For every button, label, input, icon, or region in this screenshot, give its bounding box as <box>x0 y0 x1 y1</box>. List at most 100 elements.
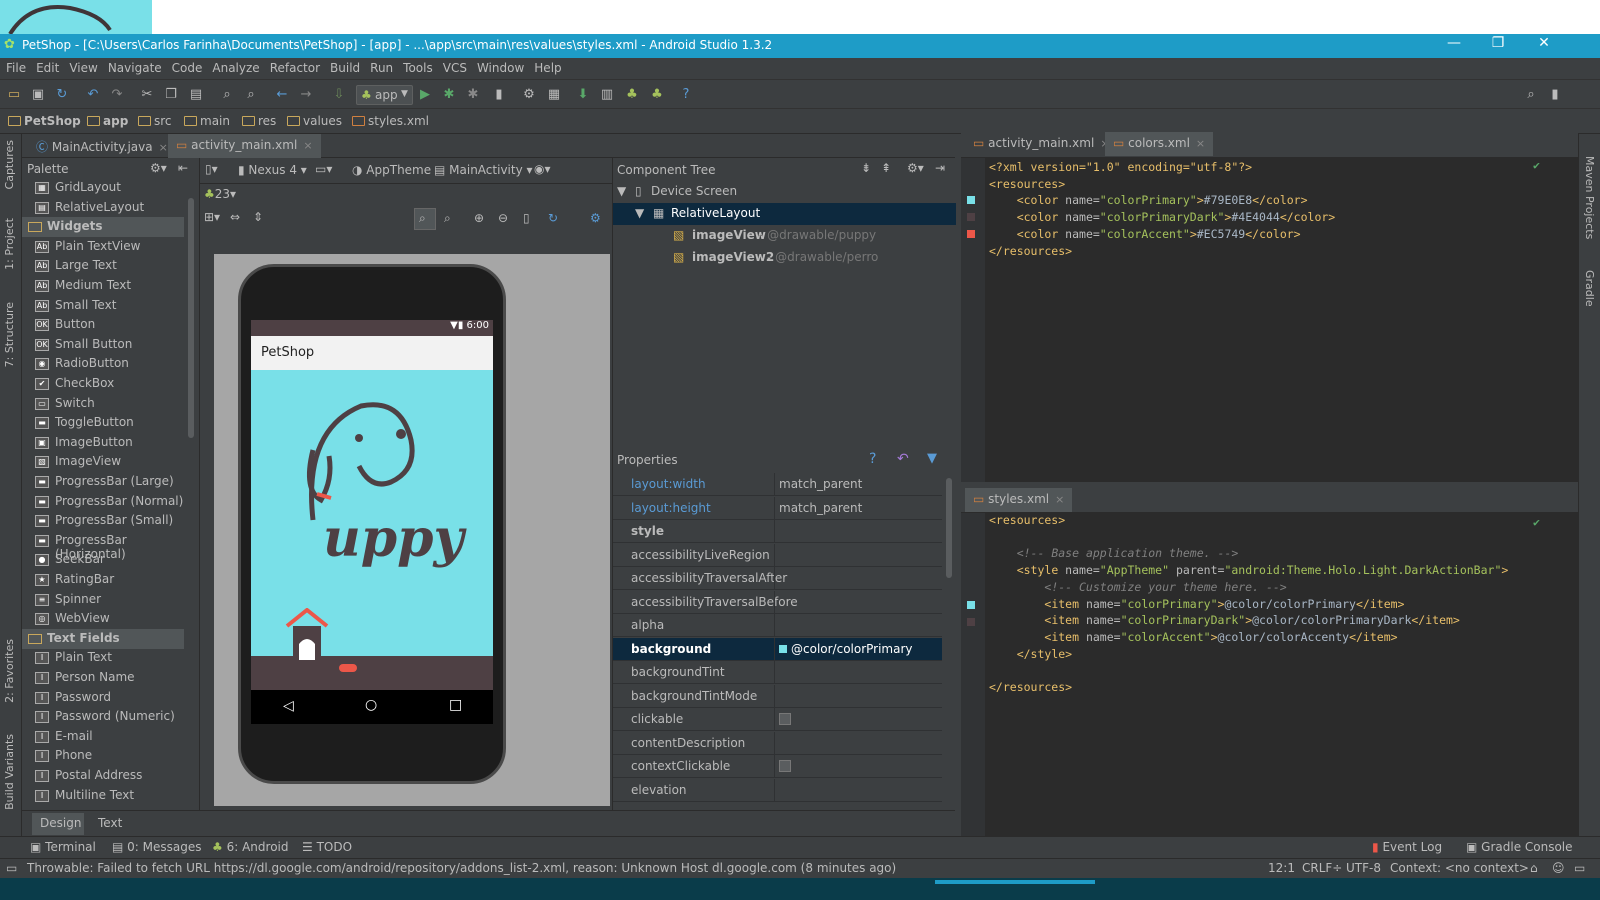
palette-item-5[interactable]: Ab Medium Text <box>22 276 184 296</box>
property-row-elevation[interactable]: elevation <box>613 778 942 802</box>
memory-icon[interactable]: ☺ <box>1552 861 1565 875</box>
tab-activity-main-xml[interactable]: ▭ activity_main.xml× <box>168 134 321 158</box>
open-icon[interactable]: ▭ <box>5 86 23 104</box>
theme-dropdown[interactable]: ◑ AppTheme <box>352 163 431 177</box>
project-structure-icon[interactable]: ⚙ <box>520 86 538 104</box>
tab-text[interactable]: Text <box>90 813 130 835</box>
property-value[interactable]: match_parent <box>779 477 862 491</box>
menu-edit[interactable]: Edit <box>30 58 63 75</box>
property-row-layout-height[interactable]: layout:height match_parent <box>613 496 942 520</box>
filter-icon[interactable]: ▼ <box>927 451 937 466</box>
palette-item-11[interactable]: ▭ Switch <box>22 394 184 414</box>
palette-item-28[interactable]: I E-mail <box>22 727 184 747</box>
jump-to-source-icon[interactable]: ▯ <box>523 211 530 225</box>
palette-scrollbar[interactable] <box>188 198 194 438</box>
help-icon[interactable]: ? <box>677 86 695 104</box>
captures-tool-tab[interactable]: Captures <box>3 140 16 189</box>
design-settings-icon[interactable]: ⚙ <box>590 211 601 225</box>
android-tool-button[interactable]: ♣ 6: Android <box>212 840 288 854</box>
menu-window[interactable]: Window <box>471 58 528 75</box>
tree-node-device-screen[interactable]: ▼ ▯ Device Screen <box>613 181 956 203</box>
expand-all-icon[interactable]: ⇟ <box>861 161 871 175</box>
palette-item-4[interactable]: Ab Large Text <box>22 256 184 276</box>
palette-item-21[interactable]: ≡ Spinner <box>22 590 184 610</box>
property-row-background[interactable]: background @color/colorPrimary <box>613 637 942 661</box>
palette-settings-icon[interactable]: ⚙▾ <box>150 161 167 175</box>
line-separator[interactable]: CRLF÷ <box>1302 861 1342 875</box>
event-icon[interactable]: ▭ <box>1574 861 1585 875</box>
avd-manager-icon[interactable]: ▥ <box>598 86 616 104</box>
menu-navigate[interactable]: Navigate <box>102 58 166 75</box>
run-icon[interactable]: ▶ <box>416 86 434 104</box>
event-log-tool-button[interactable]: ▮ Event Log <box>1372 840 1442 854</box>
tab-mainactivity-java[interactable]: Ⓒ MainActivity.java × <box>28 134 176 158</box>
search-icon[interactable]: ⌕ <box>1522 86 1540 104</box>
layout-variants-icon[interactable]: ▯▾ <box>205 162 218 176</box>
maximize-button[interactable]: ❐ <box>1478 35 1518 55</box>
save-icon[interactable]: ▣ <box>29 86 47 104</box>
palette-item-24[interactable]: I Plain Text <box>22 648 184 668</box>
structure-tool-tab[interactable]: 7: Structure <box>3 302 16 367</box>
palette-item-25[interactable]: I Person Name <box>22 668 184 688</box>
copy-icon[interactable]: ❐ <box>162 86 180 104</box>
palette-item-12[interactable]: ▬ ToggleButton <box>22 413 184 433</box>
breadcrumb-src[interactable]: src <box>138 114 172 128</box>
tree-settings-icon[interactable]: ⚙▾ <box>907 161 924 175</box>
gradle-tool-tab[interactable]: Gradle <box>1583 270 1596 307</box>
breadcrumb-petshop[interactable]: PetShop <box>8 114 81 128</box>
menu-vcs[interactable]: VCS <box>437 58 471 75</box>
favorites-tool-tab[interactable]: 2: Favorites <box>3 639 16 703</box>
notifications-icon[interactable]: ▮ <box>1546 86 1564 104</box>
orientation-icon[interactable]: ▭▾ <box>315 162 332 176</box>
file-encoding[interactable]: UTF-8 <box>1346 861 1381 875</box>
close-tab-icon[interactable]: × <box>1196 137 1205 150</box>
debug-icon[interactable]: ✱ <box>440 86 458 104</box>
palette-group-23[interactable]: Text Fields <box>22 628 184 649</box>
palette-item-1[interactable]: ▤ RelativeLayout <box>22 198 184 218</box>
messages-tool-button[interactable]: ▤ 0: Messages <box>112 840 202 854</box>
breadcrumb-res[interactable]: res <box>242 114 276 128</box>
palette-group-2[interactable]: Widgets <box>22 217 184 238</box>
property-row-accessibilitytraversalafter[interactable]: accessibilityTraversalAfter <box>613 567 942 590</box>
back-icon[interactable]: ← <box>273 86 291 104</box>
hide-panel-icon[interactable]: ⇤ <box>178 161 188 175</box>
breadcrumb-values[interactable]: values <box>287 114 342 128</box>
palette-item-9[interactable]: ◉ RadioButton <box>22 354 184 374</box>
api-level-dropdown[interactable]: ♣23▾ <box>204 187 236 201</box>
property-row-alpha[interactable]: alpha <box>613 614 942 637</box>
close-button[interactable]: ✕ <box>1524 35 1564 55</box>
property-value[interactable]: match_parent <box>779 501 862 515</box>
close-tab-icon[interactable]: × <box>1055 493 1064 506</box>
palette-item-31[interactable]: I Multiline Text <box>22 786 184 806</box>
run-config-dropdown[interactable]: ♣ app ▼ <box>356 85 413 105</box>
palette-item-27[interactable]: I Password (Numeric) <box>22 707 184 727</box>
property-row-style[interactable]: style <box>613 520 942 543</box>
android-device-icon[interactable]: ♣ <box>648 86 666 104</box>
status-message[interactable]: Throwable: Failed to fetch URL https://d… <box>27 861 896 875</box>
close-tab-icon[interactable]: × <box>303 139 312 152</box>
hide-panel-icon[interactable]: ⇥ <box>935 161 945 175</box>
menu-code[interactable]: Code <box>166 58 207 75</box>
nav-home-icon[interactable]: ○ <box>365 697 377 713</box>
expand-horizontal-icon[interactable]: ⇔ <box>230 210 240 224</box>
property-row-contextclickable[interactable]: contextClickable <box>613 755 942 778</box>
palette-item-26[interactable]: I Password <box>22 688 184 708</box>
gradle-console-tool-button[interactable]: ▣ Gradle Console <box>1466 840 1573 854</box>
lock-icon[interactable]: ⌂ <box>1530 861 1538 875</box>
property-row-backgroundtintmode[interactable]: backgroundTintMode <box>613 684 942 708</box>
attach-debugger-icon[interactable]: ✱ <box>464 86 482 104</box>
palette-item-10[interactable]: ✔ CheckBox <box>22 374 184 394</box>
palette-item-0[interactable]: ▦ GridLayout <box>22 178 184 198</box>
menu-help[interactable]: Help <box>528 58 565 75</box>
sdk-manager-icon[interactable]: ▦ <box>545 86 563 104</box>
stop-icon[interactable]: ▮ <box>490 86 508 104</box>
undo-icon[interactable]: ↶ <box>84 86 102 104</box>
cut-icon[interactable]: ✂ <box>138 86 156 104</box>
forward-icon[interactable]: → <box>297 86 315 104</box>
nav-back-icon[interactable]: ◁ <box>283 698 294 714</box>
terminal-tool-button[interactable]: ▣ Terminal <box>30 840 96 854</box>
restore-default-icon[interactable]: ↶ <box>897 451 909 467</box>
properties-scrollbar[interactable] <box>946 478 952 578</box>
zoom-to-fit-button[interactable]: ⌕ <box>414 208 436 230</box>
palette-item-18[interactable]: ▬ ProgressBar (Horizontal) <box>22 531 184 561</box>
